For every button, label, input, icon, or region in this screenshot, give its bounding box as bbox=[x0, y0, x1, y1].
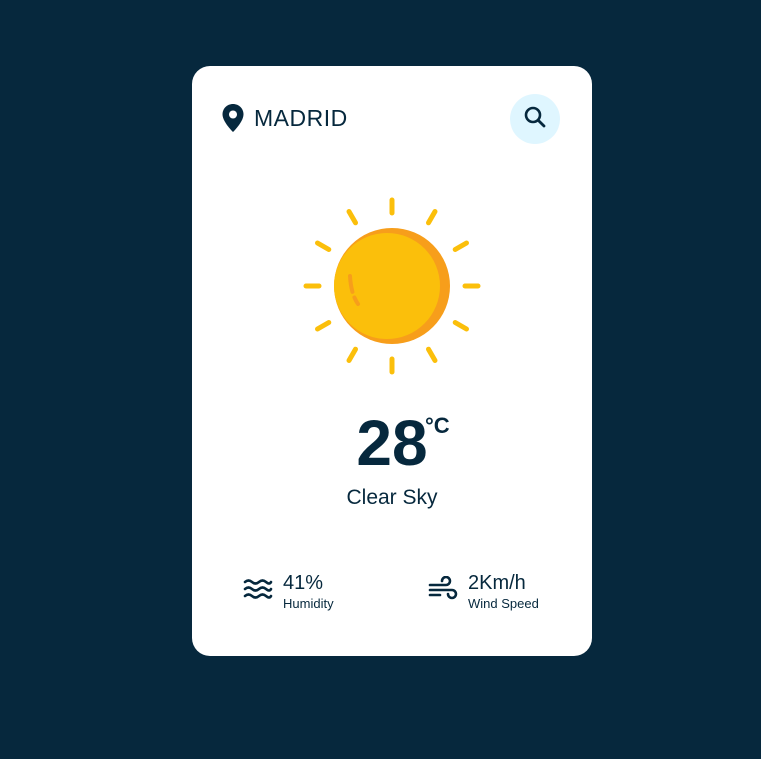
weather-card: MADRID 28 °C Clear Sky 41% Humidity 2Km/… bbox=[192, 66, 592, 656]
search-button[interactable] bbox=[510, 94, 560, 144]
humidity-detail: 41% Humidity bbox=[243, 572, 334, 611]
temperature-value: 28 bbox=[356, 407, 428, 479]
temperature-unit: °C bbox=[425, 413, 450, 438]
temperature: 28 °C bbox=[192, 411, 592, 475]
sun-icon bbox=[302, 196, 482, 376]
wind-detail: 2Km/h Wind Speed bbox=[428, 572, 539, 611]
search-icon bbox=[523, 105, 547, 134]
wind-icon bbox=[428, 575, 458, 607]
map-pin-icon bbox=[222, 104, 244, 132]
location: MADRID bbox=[222, 104, 348, 132]
weather-description: Clear Sky bbox=[346, 486, 438, 509]
humidity-value: 41% bbox=[283, 572, 324, 594]
city-name: MADRID bbox=[254, 104, 348, 131]
humidity-label: Humidity bbox=[283, 596, 334, 611]
wind-label: Wind Speed bbox=[468, 596, 539, 611]
water-waves-icon bbox=[243, 577, 273, 606]
wind-value: 2Km/h bbox=[468, 572, 526, 594]
